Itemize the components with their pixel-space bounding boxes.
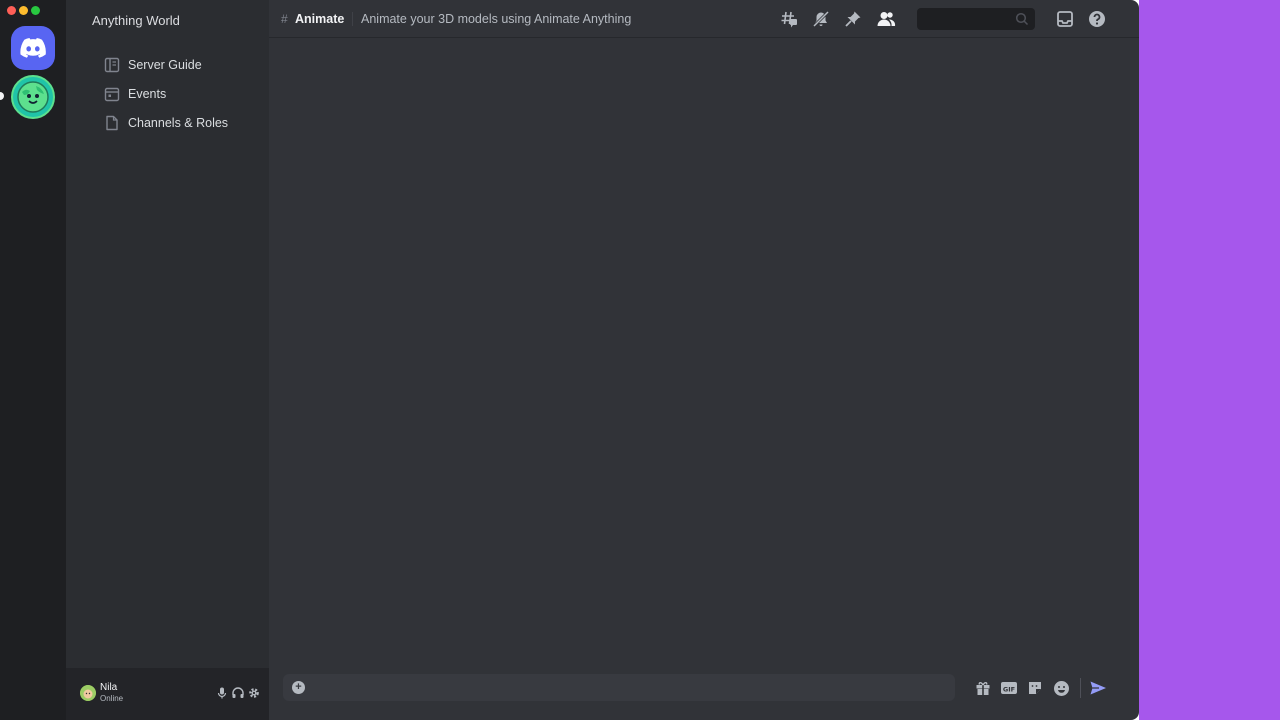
document-icon — [106, 115, 118, 131]
headphones-icon[interactable] — [231, 686, 245, 700]
search-icon — [1015, 12, 1029, 26]
sidebar-item-server-guide[interactable]: Server Guide — [104, 55, 202, 75]
members-icon — [877, 12, 896, 26]
avatar-face-icon — [80, 685, 96, 701]
mute-bell-icon — [812, 10, 830, 28]
avatar[interactable] — [80, 685, 96, 701]
message-composer: + — [283, 674, 955, 701]
inbox-button[interactable] — [1055, 9, 1075, 29]
sidebar-item-label: Events — [128, 87, 167, 101]
sidebar-item-channels-roles[interactable]: Channels & Roles — [104, 113, 228, 133]
desktop-backdrop — [1139, 0, 1280, 720]
gif-icon: GIF — [1001, 682, 1017, 694]
svg-text:GIF: GIF — [1003, 685, 1015, 693]
settings-gear-icon[interactable] — [247, 686, 261, 700]
user-status: Online — [100, 694, 124, 703]
help-button[interactable] — [1087, 9, 1107, 29]
pinned-messages-button[interactable] — [843, 9, 863, 29]
calendar-icon — [104, 87, 120, 102]
sidebar-item-label: Channels & Roles — [128, 116, 229, 130]
send-icon — [1090, 681, 1106, 695]
discord-window: Anything World Server Guide Events Chann… — [0, 0, 1139, 720]
server-name[interactable]: Anything World — [92, 13, 180, 28]
threads-button[interactable] — [779, 9, 799, 29]
discord-logo-icon — [20, 38, 46, 58]
message-input[interactable] — [313, 674, 943, 701]
book-icon — [104, 57, 120, 73]
server-selected-pill — [0, 92, 4, 100]
sidebar-item-label: Server Guide — [128, 58, 202, 72]
plus-icon: + — [295, 681, 302, 693]
emoji-icon — [1053, 680, 1069, 696]
inbox-icon — [1057, 11, 1073, 27]
channel-title: Animate — [295, 12, 345, 26]
server-icon-anything-world[interactable] — [11, 75, 55, 119]
globe-mascot-icon — [17, 81, 49, 113]
gift-icon — [976, 681, 990, 695]
channel-topic[interactable]: Animate your 3D models using Animate Any… — [361, 12, 631, 26]
threads-icon — [781, 11, 797, 28]
channel-hash-icon: # — [281, 12, 288, 26]
send-button[interactable] — [1089, 679, 1107, 697]
channel-header: # Animate Animate your 3D models using A… — [269, 0, 1139, 38]
microphone-icon[interactable] — [215, 686, 229, 700]
emoji-button[interactable] — [1052, 679, 1070, 697]
server-rail — [0, 0, 66, 720]
gif-button[interactable]: GIF — [1000, 679, 1018, 697]
window-maximize-button[interactable] — [31, 6, 40, 15]
sticker-button[interactable] — [1026, 679, 1044, 697]
message-area — [269, 39, 1139, 664]
sidebar-item-events[interactable]: Events — [104, 84, 166, 104]
composer-divider — [1080, 678, 1081, 698]
channel-sidebar: Anything World Server Guide Events Chann… — [66, 0, 269, 720]
gift-button[interactable] — [974, 679, 992, 697]
window-close-button[interactable] — [7, 6, 16, 15]
help-icon — [1089, 11, 1105, 27]
notification-settings-button[interactable] — [811, 9, 831, 29]
user-panel: Nila Online — [66, 668, 269, 720]
user-name[interactable]: Nila — [100, 682, 117, 693]
topic-divider — [352, 12, 353, 26]
sticker-icon — [1029, 682, 1041, 694]
window-minimize-button[interactable] — [19, 6, 28, 15]
upload-plus-button[interactable]: + — [292, 681, 305, 694]
home-button[interactable] — [11, 26, 55, 70]
pin-icon — [845, 11, 861, 27]
member-list-button[interactable] — [876, 9, 896, 29]
